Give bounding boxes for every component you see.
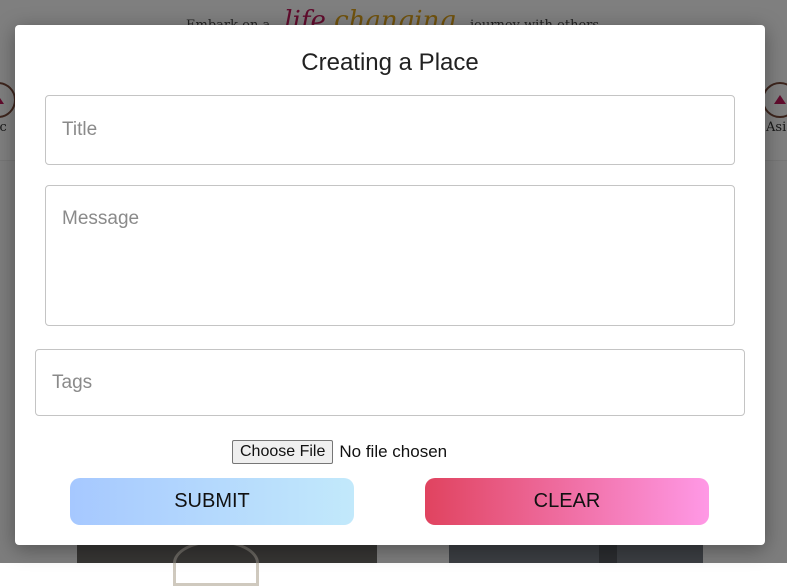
title-field xyxy=(45,95,735,165)
message-textarea[interactable] xyxy=(46,186,734,325)
message-field xyxy=(45,185,735,326)
submit-button[interactable]: SUBMIT xyxy=(70,478,354,525)
choose-file-button[interactable]: Choose File xyxy=(232,440,334,464)
tags-input[interactable] xyxy=(36,350,744,415)
create-place-modal: Creating a Place Choose File No file cho… xyxy=(15,25,765,545)
title-input[interactable] xyxy=(46,96,734,164)
file-input: Choose File No file chosen xyxy=(232,440,447,464)
clear-button[interactable]: CLEAR xyxy=(425,478,709,525)
file-status: No file chosen xyxy=(339,442,448,461)
modal-title: Creating a Place xyxy=(301,49,479,76)
tags-field xyxy=(35,349,745,416)
